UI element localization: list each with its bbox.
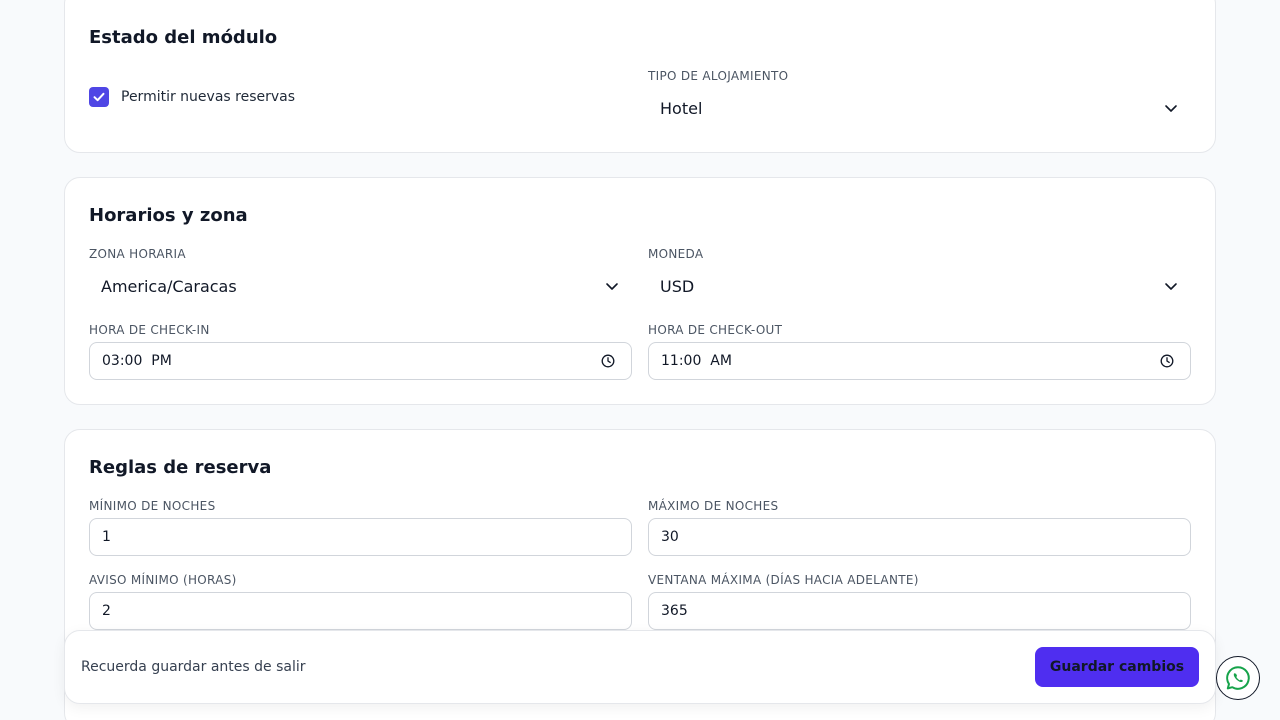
- currency-label: MONEDA: [648, 247, 704, 261]
- currency-value: USD: [660, 276, 695, 296]
- checkout-time-input[interactable]: 11:00 AM: [648, 342, 1191, 380]
- max-window-value: 365: [661, 603, 688, 619]
- module-status-title: Estado del módulo: [89, 27, 278, 48]
- chevron-down-icon: [606, 283, 618, 290]
- chevron-down-icon: [1165, 105, 1177, 112]
- whatsapp-button[interactable]: [1216, 656, 1260, 700]
- checkout-label: HORA DE CHECK-OUT: [648, 323, 783, 337]
- whatsapp-icon: [1226, 666, 1250, 690]
- checkout-time-value: 11:00 AM: [661, 353, 732, 369]
- save-bar: Recuerda guardar antes de salir Guardar …: [64, 630, 1216, 704]
- min-nights-value: 1: [102, 529, 111, 545]
- lodging-type-select[interactable]: Hotel: [648, 88, 1191, 128]
- currency-select[interactable]: USD: [648, 266, 1191, 306]
- hours-zone-card: Horarios y zona ZONA HORARIA America/Car…: [64, 177, 1216, 405]
- allow-bookings-checkbox-row[interactable]: Permitir nuevas reservas: [89, 87, 295, 107]
- min-notice-value: 2: [102, 603, 111, 619]
- max-window-input[interactable]: 365: [648, 592, 1191, 630]
- max-window-label: VENTANA MÁXIMA (DÍAS HACIA ADELANTE): [648, 573, 919, 587]
- min-notice-label: AVISO MÍNIMO (HORAS): [89, 573, 237, 587]
- max-nights-label: MÁXIMO DE NOCHES: [648, 499, 779, 513]
- allow-bookings-checkbox[interactable]: [89, 87, 109, 107]
- module-status-card: Estado del módulo Permitir nuevas reserv…: [64, 0, 1216, 153]
- lodging-type-label: TIPO DE ALOJAMIENTO: [648, 69, 789, 83]
- checkin-label: HORA DE CHECK-IN: [89, 323, 210, 337]
- checkbox-check-icon: [93, 92, 105, 102]
- clock-icon[interactable]: [601, 354, 615, 368]
- clock-icon[interactable]: [1160, 354, 1174, 368]
- settings-page: Estado del módulo Permitir nuevas reserv…: [0, 0, 1280, 720]
- timezone-label: ZONA HORARIA: [89, 247, 186, 261]
- save-changes-button[interactable]: Guardar cambios: [1035, 647, 1199, 687]
- timezone-select[interactable]: America/Caracas: [89, 266, 632, 306]
- checkin-time-input[interactable]: 03:00 PM: [89, 342, 632, 380]
- allow-bookings-label: Permitir nuevas reservas: [121, 89, 296, 105]
- lodging-type-value: Hotel: [660, 98, 703, 118]
- min-notice-input[interactable]: 2: [89, 592, 632, 630]
- max-nights-value: 30: [661, 529, 679, 545]
- booking-rules-title: Reglas de reserva: [89, 457, 272, 478]
- min-nights-input[interactable]: 1: [89, 518, 632, 556]
- hours-zone-title: Horarios y zona: [89, 205, 248, 226]
- max-nights-input[interactable]: 30: [648, 518, 1191, 556]
- checkin-time-value: 03:00 PM: [102, 353, 172, 369]
- chevron-down-icon: [1165, 283, 1177, 290]
- save-reminder-text: Recuerda guardar antes de salir: [81, 659, 306, 675]
- timezone-value: America/Caracas: [101, 276, 237, 296]
- min-nights-label: MÍNIMO DE NOCHES: [89, 499, 216, 513]
